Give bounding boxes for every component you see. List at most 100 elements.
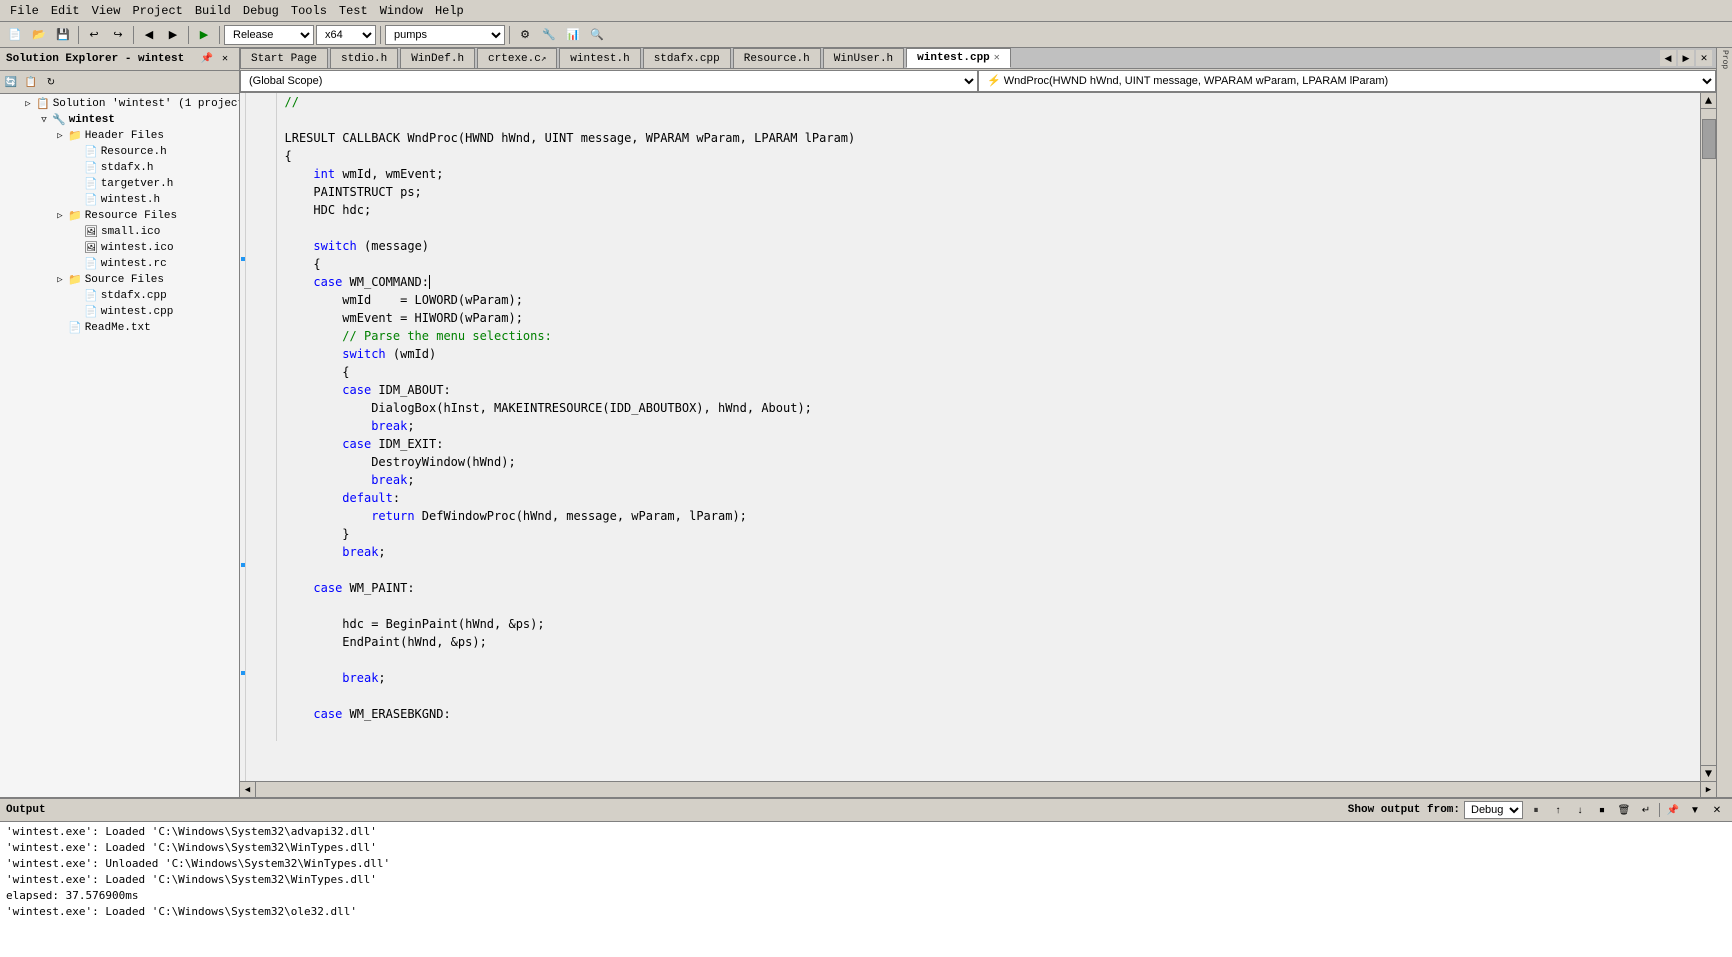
se-refresh-btn[interactable]: ↻: [42, 73, 60, 91]
code-row: DialogBox(hInst, MAKEINTRESOURCE(IDD_ABO…: [246, 399, 1700, 417]
tab-close-btn[interactable]: ✕: [994, 52, 1000, 64]
code-row: return DefWindowProc(hWnd, message, wPar…: [246, 507, 1700, 525]
tab-stdafx-cpp[interactable]: stdafx.cpp: [643, 48, 731, 68]
config-dropdown[interactable]: Release Debug: [224, 25, 314, 45]
toggle-headers[interactable]: ▷: [52, 131, 68, 141]
menu-window[interactable]: Window: [374, 2, 429, 20]
output-btn1[interactable]: ⏸: [1527, 801, 1545, 819]
undo-btn[interactable]: ↩: [83, 24, 105, 46]
output-btn2[interactable]: ↑: [1549, 801, 1567, 819]
tab-stdio-h[interactable]: stdio.h: [330, 48, 398, 68]
tab-scroll-right[interactable]: ▶: [1678, 50, 1694, 66]
tree-resource-h[interactable]: 📄 Resource.h: [2, 144, 237, 160]
tree-targetver-h[interactable]: 📄 targetver.h: [2, 176, 237, 192]
code-cell: [276, 723, 1700, 741]
code-cell: PAINTSTRUCT ps;: [276, 183, 1700, 201]
code-cell: case WM_PAINT:: [276, 579, 1700, 597]
scroll-thumb[interactable]: [1702, 119, 1716, 159]
toggle-source[interactable]: ▷: [52, 275, 68, 285]
redo-btn[interactable]: ↪: [107, 24, 129, 46]
tree-wintest-rc[interactable]: 📄 wintest.rc: [2, 256, 237, 272]
menu-project[interactable]: Project: [126, 2, 188, 20]
code-row: [246, 687, 1700, 705]
tab-scroll-left[interactable]: ◀: [1660, 50, 1676, 66]
output-close-btn[interactable]: ✕: [1708, 801, 1726, 819]
save-btn[interactable]: 💾: [52, 24, 74, 46]
scroll-right-btn[interactable]: ▶: [1700, 782, 1716, 798]
toolbar-btn2[interactable]: 🔧: [538, 24, 560, 46]
toggle-resources[interactable]: ▷: [52, 211, 68, 221]
tree-solution[interactable]: ▷ 📋 Solution 'wintest' (1 project): [2, 96, 237, 112]
function-dropdown[interactable]: ⚡ WndProc(HWND hWnd, UINT message, WPARA…: [978, 70, 1716, 92]
tree-stdafx-h[interactable]: 📄 stdafx.h: [2, 160, 237, 176]
code-cell: [276, 111, 1700, 129]
menu-view[interactable]: View: [86, 2, 127, 20]
tab-windef-h[interactable]: WinDef.h: [400, 48, 475, 68]
scroll-left-btn[interactable]: ◀: [240, 782, 256, 798]
tree-resource-files[interactable]: ▷ 📁 Resource Files: [2, 208, 237, 224]
output-btn4[interactable]: ⏹: [1593, 801, 1611, 819]
start-btn[interactable]: ▶: [193, 24, 215, 46]
tree-wintest-h[interactable]: 📄 wintest.h: [2, 192, 237, 208]
tree-source-files[interactable]: ▷ 📁 Source Files: [2, 272, 237, 288]
toolbar-btn4[interactable]: 🔍: [586, 24, 608, 46]
tab-wintest-h[interactable]: wintest.h: [559, 48, 640, 68]
toggle-solution[interactable]: ▷: [20, 99, 36, 109]
tab-winuser-h[interactable]: WinUser.h: [823, 48, 904, 68]
tree-wintest-ico[interactable]: 🖼 wintest.ico: [2, 240, 237, 256]
output-source-dropdown[interactable]: Debug Build: [1464, 801, 1523, 819]
code-editor[interactable]: // LRESULT CALLBACK WndProc(HWND hWnd, U…: [246, 93, 1700, 781]
platform-dropdown[interactable]: x64 x86: [316, 25, 376, 45]
back-btn[interactable]: ◀: [138, 24, 160, 46]
close-btn[interactable]: ✕: [217, 51, 233, 67]
stdafx-cpp-label: stdafx.cpp: [101, 290, 167, 302]
se-prop-btn[interactable]: 📋: [22, 73, 40, 91]
line-num: [246, 543, 276, 561]
menu-test[interactable]: Test: [333, 2, 374, 20]
toolbar-btn3[interactable]: 📊: [562, 24, 584, 46]
vertical-scrollbar[interactable]: ▲ ▼: [1700, 93, 1716, 781]
tab-wintest-cpp[interactable]: wintest.cpp ✕: [906, 48, 1011, 68]
tree-stdafx-cpp[interactable]: 📄 stdafx.cpp: [2, 288, 237, 304]
output-dropdown-btn[interactable]: ▼: [1686, 801, 1704, 819]
scroll-down-btn[interactable]: ▼: [1701, 765, 1716, 781]
project-label: wintest: [69, 114, 115, 126]
project-dropdown[interactable]: pumps wintest: [385, 25, 505, 45]
small-ico-label: small.ico: [101, 226, 160, 238]
output-btn3[interactable]: ↓: [1571, 801, 1589, 819]
folder-icon: 📁: [68, 273, 82, 287]
tree-project[interactable]: ▽ 🔧 wintest: [2, 112, 237, 128]
open-btn[interactable]: 📂: [28, 24, 50, 46]
scroll-up-btn[interactable]: ▲: [1701, 93, 1716, 109]
cpp-icon: 📄: [84, 305, 98, 319]
tree-wintest-cpp[interactable]: 📄 wintest.cpp: [2, 304, 237, 320]
se-sync-btn[interactable]: 🔄: [2, 73, 20, 91]
pin-btn[interactable]: 📌: [199, 51, 215, 67]
menu-edit[interactable]: Edit: [45, 2, 86, 20]
sep6: [509, 26, 510, 44]
menu-file[interactable]: File: [4, 2, 45, 20]
new-btn[interactable]: 📄: [4, 24, 26, 46]
tab-resource-h[interactable]: Resource.h: [733, 48, 821, 68]
menu-tools[interactable]: Tools: [285, 2, 333, 20]
menu-debug[interactable]: Debug: [237, 2, 285, 20]
output-pin-btn[interactable]: 📌: [1664, 801, 1682, 819]
tree-readme[interactable]: 📄 ReadMe.txt: [2, 320, 237, 336]
scope-dropdown[interactable]: (Global Scope): [240, 70, 978, 92]
toolbar-btn1[interactable]: ⚙: [514, 24, 536, 46]
tab-crtexe-c[interactable]: crtexe.c ↗: [477, 48, 557, 68]
tab-close-all[interactable]: ✕: [1696, 50, 1712, 66]
forward-btn[interactable]: ▶: [162, 24, 184, 46]
tab-start-page[interactable]: Start Page: [240, 48, 328, 68]
tree-header-files[interactable]: ▷ 📁 Header Files: [2, 128, 237, 144]
output-clear-btn[interactable]: 🗑: [1615, 801, 1633, 819]
output-wrap-btn[interactable]: ↵: [1637, 801, 1655, 819]
toggle-project[interactable]: ▽: [36, 115, 52, 125]
line-num: [246, 381, 276, 399]
solution-explorer: Solution Explorer - wintest 📌 ✕ 🔄 📋 ↻ ▷ …: [0, 48, 240, 797]
menu-build[interactable]: Build: [189, 2, 237, 20]
menu-help[interactable]: Help: [429, 2, 470, 20]
code-cell: switch (wmId): [276, 345, 1700, 363]
tree-small-ico[interactable]: 🖼 small.ico: [2, 224, 237, 240]
horizontal-scrollbar[interactable]: ◀ ▶: [240, 781, 1716, 797]
